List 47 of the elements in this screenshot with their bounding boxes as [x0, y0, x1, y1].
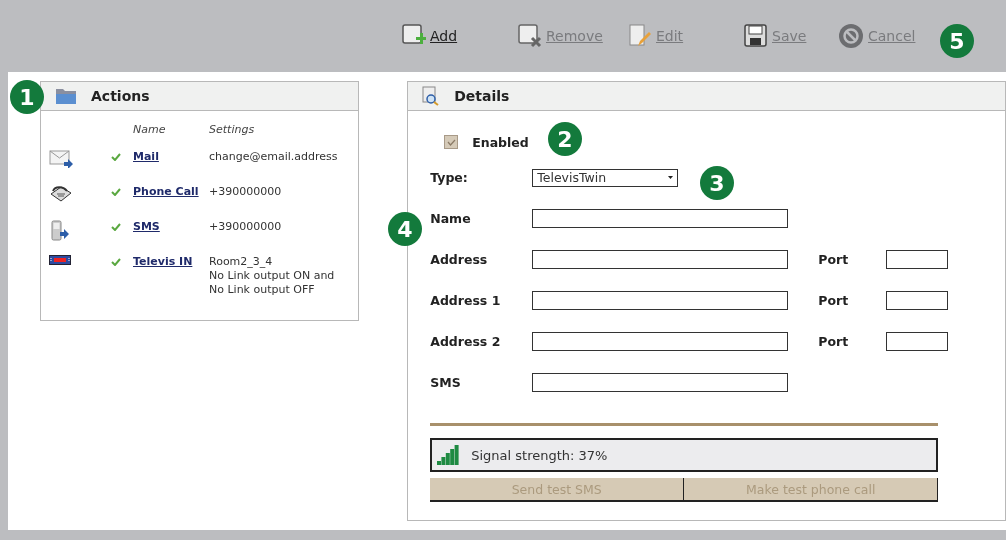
signal-icon: [437, 445, 460, 465]
enabled-checkbox[interactable]: [444, 135, 459, 149]
input-field[interactable]: [532, 332, 789, 351]
input-field[interactable]: [532, 291, 789, 310]
field-label: Address 2: [430, 334, 502, 349]
action-settings: +390000000: [209, 220, 282, 234]
save-icon: [744, 24, 768, 48]
remove-icon: [518, 24, 542, 48]
callout-badge: 5: [940, 24, 974, 58]
action-settings: Room2_3_4 No Link output ON and No Link output OFF: [209, 255, 335, 297]
field-label: Port: [818, 334, 850, 349]
panel-title: Actions: [91, 88, 150, 104]
port-field[interactable]: [886, 291, 949, 310]
panel-title: Details: [454, 88, 510, 104]
column-header: Settings: [209, 123, 256, 138]
action-link[interactable]: Mail: [133, 150, 159, 163]
folder-icon: [55, 87, 77, 105]
field-label: Name: [430, 211, 472, 226]
add-button[interactable]: Add: [402, 24, 518, 48]
envelope-icon: [49, 150, 73, 168]
action-settings: change@email.address: [209, 150, 338, 164]
input-field[interactable]: [532, 373, 789, 392]
signal-text: Signal strength: 37%: [471, 447, 608, 463]
field-label: Port: [818, 252, 850, 267]
action-settings: +390000000: [209, 185, 282, 199]
port-field[interactable]: [886, 250, 949, 269]
telephone-icon: [49, 185, 73, 203]
field-label: Type:: [430, 170, 469, 185]
field-label: Address 1: [430, 293, 502, 308]
port-field[interactable]: [886, 332, 949, 351]
column-header: Name: [133, 123, 167, 138]
field-label: SMS: [430, 375, 462, 390]
mobile-phone-icon: [49, 220, 71, 242]
action-link[interactable]: Televis IN: [133, 255, 193, 268]
field-label: Address: [430, 252, 489, 267]
input-field[interactable]: [532, 250, 789, 269]
edit-icon: [628, 24, 652, 48]
enabled-label: Enabled: [472, 134, 529, 150]
input-field[interactable]: [532, 209, 789, 228]
action-link[interactable]: Phone Call: [133, 185, 199, 198]
type-dropdown[interactable]: TelevisTwin: [532, 168, 679, 187]
caret-icon: [668, 176, 674, 179]
action-link[interactable]: SMS: [133, 220, 160, 233]
cancel-icon: [838, 23, 864, 49]
field-label: Port: [818, 293, 850, 308]
magnifier-icon: [422, 86, 441, 106]
device-icon: [49, 255, 71, 265]
